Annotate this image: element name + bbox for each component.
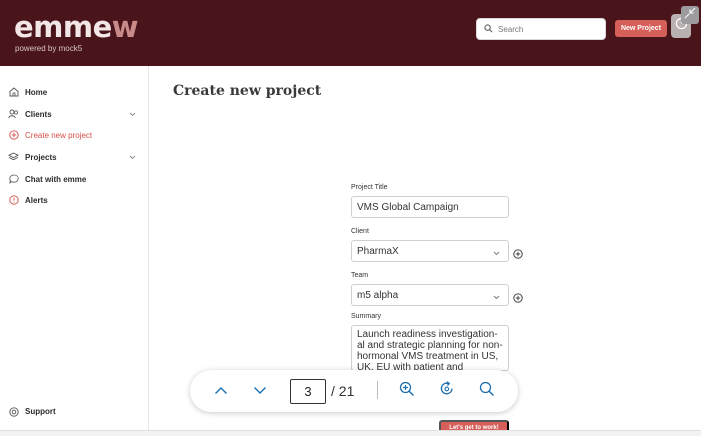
chevron-down-icon — [493, 248, 500, 259]
search-icon — [484, 20, 493, 38]
page-total: / 21 — [331, 383, 355, 399]
rotate-icon — [439, 380, 455, 402]
page-number-input[interactable]: 3 — [290, 379, 326, 404]
rotate-button[interactable] — [436, 380, 458, 402]
new-project-button[interactable]: New Project — [615, 20, 667, 37]
layers-icon — [8, 152, 19, 163]
search-box[interactable] — [476, 18, 606, 40]
previous-page-button[interactable] — [210, 380, 232, 402]
sidebar-item-alerts[interactable]: Alerts — [8, 192, 136, 208]
sidebar-item-label: Create new project — [25, 130, 93, 140]
lifebuoy-icon — [8, 406, 19, 417]
search-input[interactable] — [498, 24, 598, 34]
team-value: m5 alpha — [357, 289, 399, 301]
project-title-value: VMS Global Campaign — [357, 201, 459, 213]
project-title-label: Project Title — [351, 184, 388, 191]
support-label: Support — [25, 407, 56, 416]
alert-icon — [8, 195, 19, 206]
summary-label: Summary — [351, 313, 381, 320]
chevron-up-icon — [214, 382, 228, 400]
team-select[interactable]: m5 alpha — [351, 284, 509, 306]
summary-textarea[interactable]: Launch readiness investigation-al and st… — [351, 325, 509, 371]
sidebar: Home Clients Create new project Projects… — [0, 66, 149, 430]
app-logo[interactable]: emmew — [14, 12, 139, 42]
sidebar-item-label: Alerts — [25, 195, 48, 205]
chevron-down-icon — [253, 382, 267, 400]
sidebar-item-home[interactable]: Home — [8, 84, 136, 100]
sidebar-item-create-project[interactable]: Create new project — [8, 127, 136, 143]
search-icon — [479, 381, 495, 402]
users-icon — [8, 109, 19, 120]
search-document-button[interactable] — [476, 380, 498, 402]
add-client-icon[interactable] — [513, 246, 523, 259]
add-team-icon[interactable] — [513, 290, 523, 303]
chevron-down-icon — [493, 292, 500, 303]
next-page-button[interactable] — [249, 380, 271, 402]
sidebar-item-label: Home — [25, 87, 48, 97]
home-icon — [8, 87, 19, 98]
sidebar-item-label: Chat with emme — [25, 174, 87, 184]
zoom-in-icon — [399, 381, 415, 402]
top-header: emmew powered by mock5 New Project — [0, 0, 701, 66]
client-label: Client — [351, 228, 369, 235]
tagline: powered by mock5 — [15, 44, 83, 53]
sidebar-item-projects[interactable]: Projects — [8, 149, 136, 165]
viewer-toolbar: 3 / 21 — [190, 370, 518, 412]
team-label: Team — [351, 272, 369, 279]
bottom-scrollbar[interactable] — [0, 430, 701, 436]
chat-icon — [8, 174, 19, 185]
chevron-down-icon[interactable] — [129, 153, 136, 162]
chevron-down-icon[interactable] — [129, 110, 136, 119]
client-select[interactable]: PharmaX — [351, 240, 509, 262]
sidebar-item-label: Clients — [25, 109, 52, 119]
support-link[interactable]: Support — [8, 406, 56, 417]
page-title: Create new project — [173, 83, 322, 99]
collapse-button[interactable] — [681, 6, 699, 24]
sidebar-item-chat[interactable]: Chat with emme — [8, 171, 136, 187]
client-value: PharmaX — [357, 245, 399, 257]
collapse-arrows-icon — [684, 6, 696, 24]
sidebar-item-label: Projects — [25, 152, 57, 162]
zoom-in-button[interactable] — [396, 380, 418, 402]
sidebar-item-clients[interactable]: Clients — [8, 106, 136, 122]
plus-circle-icon — [8, 130, 19, 141]
toolbar-divider — [377, 381, 378, 399]
project-title-field[interactable]: VMS Global Campaign — [351, 196, 509, 218]
